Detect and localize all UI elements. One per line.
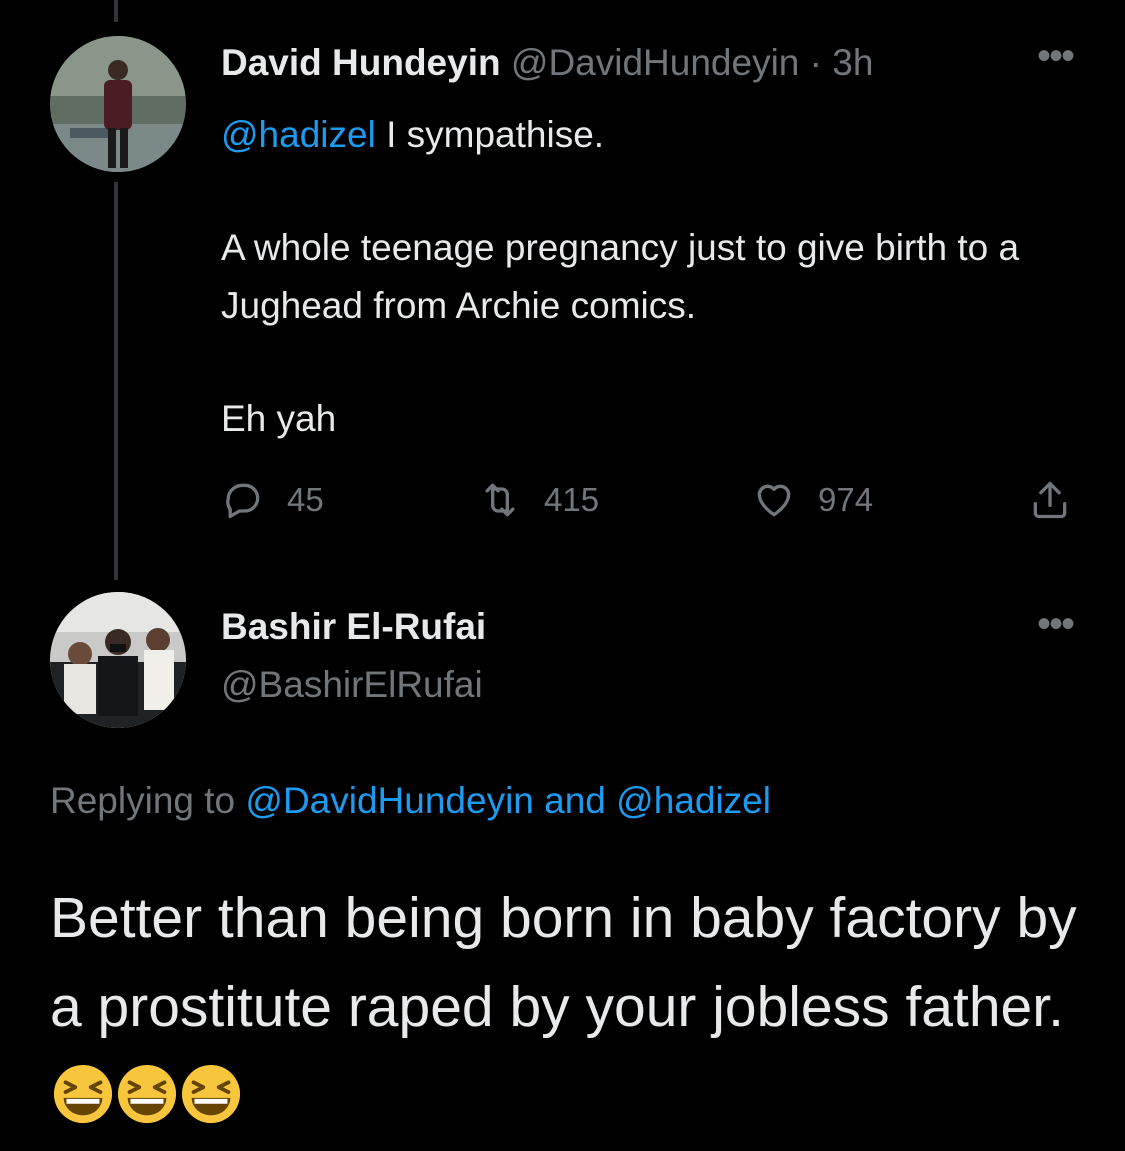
replying-mention-davidhundeyin[interactable]: @DavidHundeyin — [245, 780, 533, 821]
mention-link[interactable]: @hadizel — [221, 114, 376, 155]
timestamp[interactable]: 3h — [832, 42, 873, 83]
tweet1-paragraph3: Eh yah — [221, 398, 337, 439]
tweet1-header: David Hundeyin @DavidHundeyin · 3h — [221, 40, 873, 86]
like-count: 974 — [818, 481, 874, 518]
tweet1-paragraph2: A whole teenage pregnancy just to give b… — [221, 227, 1020, 326]
laughing-emoji-icon — [116, 1062, 178, 1124]
retweet-icon — [485, 483, 515, 517]
tweet2-text: Better than being born in baby factory b… — [50, 874, 1090, 1141]
replying-mention-hadizel[interactable]: @hadizel — [616, 780, 771, 821]
tweet1-actions: 45 415 974 — [0, 478, 1125, 528]
reply-icon — [226, 483, 260, 519]
like-button[interactable]: 974 — [752, 478, 873, 522]
tweet1-line1: I sympathise. — [375, 114, 605, 155]
laughing-emoji-icon — [180, 1062, 242, 1124]
replying-prefix: Replying to — [50, 780, 246, 821]
laughing-emoji-icon — [52, 1062, 114, 1124]
separator-dot: · — [809, 42, 822, 83]
avatar-david-hundeyin[interactable] — [50, 36, 186, 172]
share-icon — [1033, 481, 1067, 519]
author-handle[interactable]: @DavidHundeyin — [511, 42, 799, 83]
retweet-count: 415 — [544, 481, 600, 518]
heart-icon — [757, 484, 791, 517]
more-options-icon[interactable]: ••• — [1037, 36, 1075, 76]
reply-count: 45 — [287, 481, 324, 518]
replying-and: and — [533, 780, 617, 821]
avatar-bashir-el-rufai[interactable] — [50, 592, 186, 728]
tweet2-body: Better than being born in baby factory b… — [50, 886, 1077, 1039]
tweet1-text: @hadizel I sympathise. A whole teenage p… — [221, 106, 1081, 448]
share-button[interactable] — [1028, 478, 1072, 522]
author-handle[interactable]: @BashirElRufai — [221, 664, 483, 706]
author-name[interactable]: Bashir El-Rufai — [221, 606, 486, 648]
more-options-icon[interactable]: ••• — [1037, 604, 1075, 644]
retweet-button[interactable]: 415 — [478, 478, 599, 522]
reply-button[interactable]: 45 — [221, 478, 324, 522]
author-name[interactable]: David Hundeyin — [221, 42, 501, 83]
thread-connector-top — [114, 0, 118, 22]
replying-to: Replying to @DavidHundeyin and @hadizel — [50, 780, 771, 822]
